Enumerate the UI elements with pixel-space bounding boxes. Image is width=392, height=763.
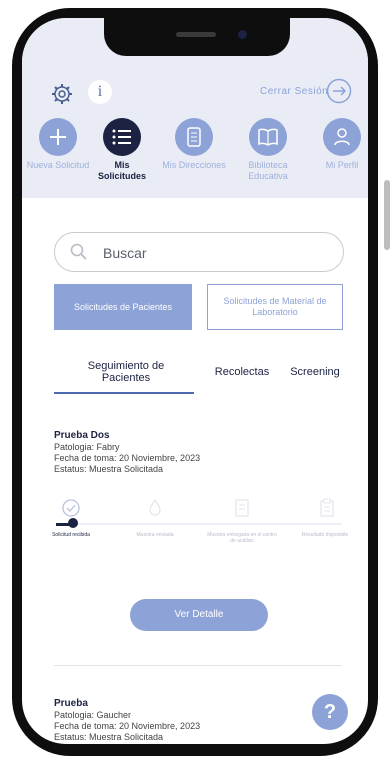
list-icon [103, 118, 141, 156]
help-button[interactable]: ? [312, 694, 348, 730]
lab-material-requests-button[interactable]: Solicitudes de Material de Laboratorio [207, 284, 343, 330]
document-icon [235, 499, 249, 517]
view-detail-button[interactable]: Ver Detalle [130, 599, 268, 631]
tab-screening[interactable]: Screening [280, 366, 350, 378]
divider [54, 665, 342, 666]
patients-requests-button[interactable]: Solicitudes de Pacientes [54, 284, 192, 330]
map-list-icon [175, 118, 213, 156]
progress-track [56, 523, 342, 525]
logout-icon[interactable] [326, 78, 352, 104]
tab-collections[interactable]: Recolectas [202, 366, 282, 378]
step-label: Muestra entregada en el centro de anális… [207, 532, 277, 544]
app-screen: i Cerrar Sesión Nueva Solicitud Mis Soli… [22, 18, 368, 744]
nav-label: Mi Perfil [325, 160, 359, 170]
request-pathology: Patologia: Gaucher [54, 710, 132, 720]
nav-my-addresses[interactable]: Mis Direcciones [162, 118, 226, 171]
book-icon [249, 118, 287, 156]
nav-library[interactable]: Biblioteca Educativa [236, 118, 300, 182]
active-tab-indicator [54, 392, 194, 394]
request-date: Fecha de toma: 20 Noviembre, 2023 [54, 453, 201, 463]
search-icon [70, 243, 87, 260]
clipboard-icon [320, 498, 334, 517]
user-icon [323, 118, 361, 156]
request-date: Fecha de toma: 20 Noviembre, 2023 [54, 721, 201, 731]
plus-icon [39, 118, 77, 156]
request-name: Prueba Dos [54, 430, 110, 441]
nav-label: Biblioteca Educativa [248, 160, 288, 181]
request-status: Estatus: Muestra Solicitada [54, 732, 164, 742]
drop-icon [149, 498, 161, 516]
step-label: Muestra enviada [136, 532, 174, 538]
nav-new-request[interactable]: Nueva Solicitud [26, 118, 90, 171]
nav-label: Nueva Solicitud [26, 160, 90, 170]
speaker [176, 32, 216, 37]
nav-profile[interactable]: Mi Perfil [310, 118, 368, 171]
search-input[interactable] [101, 233, 335, 273]
check-circle-icon [62, 499, 80, 517]
request-status: Estatus: Muestra Solicitada [54, 464, 164, 474]
notch [104, 18, 290, 56]
request-name: Prueba [54, 698, 88, 709]
nav-my-requests[interactable]: Mis Solicitudes [90, 118, 154, 182]
step-label: Resultado disponible [301, 532, 349, 538]
logout-label[interactable]: Cerrar Sesión [260, 86, 328, 97]
step-label: Solicitud recibida [52, 532, 90, 538]
request-pathology: Patologia: Fabry [54, 442, 120, 452]
nav-label: Mis Solicitudes [97, 160, 146, 181]
gear-icon[interactable] [50, 82, 74, 106]
tab-patient-tracking[interactable]: Seguimiento de Pacientes [70, 360, 182, 384]
search-bar[interactable] [54, 232, 344, 273]
info-icon[interactable]: i [88, 80, 112, 104]
nav-label: Mis Direcciones [162, 160, 226, 170]
progress-dot [68, 518, 78, 528]
side-button [384, 180, 390, 250]
camera [238, 30, 247, 39]
